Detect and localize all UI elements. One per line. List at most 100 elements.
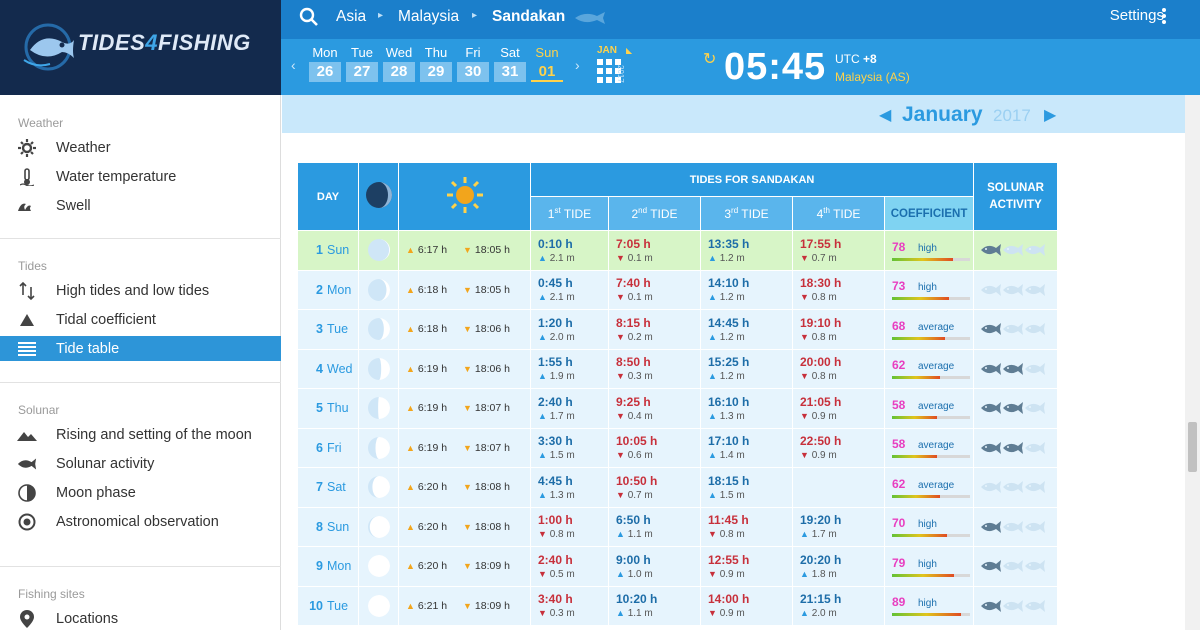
app-window: TIDES4FISHING Weather Weather Water temper… bbox=[0, 0, 1200, 630]
sunset-icon: ▼ bbox=[463, 403, 472, 414]
refresh-icon[interactable]: ↻ bbox=[703, 49, 716, 69]
sidebar-item-tide-table[interactable]: Tide table bbox=[0, 336, 281, 361]
low-tide-icon: ▼ bbox=[616, 371, 625, 382]
table-row[interactable]: 9 Mon ▲ 6:20 h ▼ 18:09 h 2:40 h ▼ 0.5 m 9:00 h… bbox=[297, 546, 1059, 587]
day-cell: 1 Sun bbox=[297, 230, 359, 271]
sun-cell: ▲ 6:18 h ▼ 18:06 h bbox=[398, 309, 531, 350]
table-row[interactable]: 6 Fri ▲ 6:19 h ▼ 18:07 h 3:30 h ▲ 1.5 m 10:05 … bbox=[297, 427, 1059, 468]
sunset-time: 18:06 h bbox=[474, 362, 510, 375]
coefficient-label: high bbox=[918, 598, 937, 610]
sidebar-item-locations[interactable]: Locations bbox=[0, 606, 281, 630]
day-name: Sat bbox=[500, 45, 520, 60]
day-sun[interactable]: Sun 01 bbox=[531, 45, 563, 82]
moon-cell bbox=[358, 309, 399, 350]
day-sat[interactable]: Sat 31 bbox=[494, 45, 526, 82]
sidebar-item-tidal-coefficient[interactable]: Tidal coefficient bbox=[0, 307, 281, 332]
sidebar-item-solunar-activity[interactable]: Solunar activity bbox=[0, 451, 281, 476]
day-mon[interactable]: Mon 26 bbox=[309, 45, 341, 82]
table-row[interactable]: 7 Sat ▲ 6:20 h ▼ 18:08 h 4:45 h ▲ 1.3 m 10:50 … bbox=[297, 467, 1059, 508]
sidebar: Weather Weather Water temperature Swell Tide… bbox=[0, 95, 281, 630]
sunset-time: 18:05 h bbox=[474, 244, 510, 257]
moon-phase-icon bbox=[367, 278, 390, 301]
solunar-cell bbox=[973, 309, 1059, 350]
low-tide-icon: ▼ bbox=[708, 568, 717, 579]
table-row[interactable]: 2 Mon ▲ 6:18 h ▼ 18:05 h 0:45 h ▲ 2.1 m 7:40 h… bbox=[297, 269, 1059, 310]
breadcrumb-sandakan: Sandakan bbox=[492, 8, 566, 25]
day-wed[interactable]: Wed 28 bbox=[383, 45, 415, 82]
tide-height: 1.7 m bbox=[549, 410, 575, 422]
next-week-icon[interactable]: › bbox=[575, 57, 580, 73]
date-bar: ‹ Mon 26 Tue 27 Wed 28 Thu 29 Fri 30 Sat 31 Sun 01 › … bbox=[281, 39, 1200, 95]
high-tide-icon: ▲ bbox=[616, 608, 625, 619]
day-thu[interactable]: Thu 29 bbox=[420, 45, 452, 82]
sidebar-item-moon-phase[interactable]: Moon phase bbox=[0, 480, 281, 505]
tide-height: 0.3 m bbox=[627, 371, 653, 383]
coefficient-cell: 70 high bbox=[883, 506, 975, 547]
sidebar-item-astronomical-observation[interactable]: Astronomical observation bbox=[0, 509, 281, 534]
tide-height-row: ▼ 0.5 m bbox=[538, 569, 601, 580]
brand-word-a: TIDES bbox=[78, 30, 146, 55]
day-tue[interactable]: Tue 27 bbox=[346, 45, 378, 82]
table-row[interactable]: 8 Sun ▲ 6:20 h ▼ 18:08 h 1:00 h ▼ 0.8 m 6:50 h… bbox=[297, 506, 1059, 547]
tide-height: 0.2 m bbox=[627, 331, 653, 343]
breadcrumb-malaysia[interactable]: Malaysia bbox=[398, 8, 459, 26]
high-tide-icon: ▲ bbox=[538, 450, 547, 461]
day-cell: 2 Mon bbox=[297, 269, 359, 310]
tide-height: 1.3 m bbox=[719, 410, 745, 422]
tide-cell: 22:50 h ▼ 0.9 m bbox=[792, 427, 885, 468]
high-tide-icon: ▲ bbox=[708, 450, 717, 461]
tide-cell: 7:05 h ▼ 0.1 m bbox=[608, 230, 701, 271]
sidebar-item-water-temperature[interactable]: Water temperature bbox=[0, 164, 281, 189]
sunrise-icon: ▲ bbox=[406, 442, 415, 453]
day-cell: 4 Wed bbox=[297, 348, 359, 389]
scrollbar-thumb[interactable] bbox=[1188, 422, 1197, 472]
fish-activity-icon bbox=[1025, 481, 1046, 494]
coefficient-bar bbox=[892, 534, 970, 538]
page-scrollbar[interactable] bbox=[1185, 95, 1200, 630]
tide-cell: 11:45 h ▼ 0.8 m bbox=[700, 506, 793, 547]
tide-cell: 14:45 h ▲ 1.2 m bbox=[700, 309, 793, 350]
tide-height: 0.6 m bbox=[627, 450, 653, 462]
tide-cell: 2:40 h ▲ 1.7 m bbox=[530, 388, 609, 429]
tide-time: 20:00 h bbox=[800, 355, 842, 370]
coefficient-value: 79 bbox=[892, 555, 906, 570]
coefficient-bar bbox=[892, 415, 970, 419]
sun-cell: ▲ 6:20 h ▼ 18:08 h bbox=[398, 467, 531, 508]
wave-icon bbox=[17, 196, 37, 216]
solunar-cell bbox=[973, 467, 1059, 508]
calendar-button[interactable]: JAN ◣ 2017 bbox=[597, 45, 641, 90]
prev-week-icon[interactable]: ‹ bbox=[291, 57, 296, 73]
tide-time: 14:10 h bbox=[708, 276, 750, 291]
tide-time: 6:50 h bbox=[616, 513, 651, 528]
search-icon[interactable] bbox=[299, 7, 319, 27]
fish-activity-icon bbox=[981, 244, 1002, 257]
table-row[interactable]: 3 Tue ▲ 6:18 h ▼ 18:06 h 1:20 h ▲ 2.0 m 8:15 h… bbox=[297, 309, 1059, 350]
sun-cell: ▲ 6:19 h ▼ 18:07 h bbox=[398, 427, 531, 468]
sidebar-item-weather[interactable]: Weather bbox=[0, 135, 281, 160]
table-row[interactable]: 1 Sun ▲ 6:17 h ▼ 18:05 h 0:10 h ▲ 2.1 m 7:05 h… bbox=[297, 230, 1059, 271]
tide-cell: 20:00 h ▼ 0.8 m bbox=[792, 348, 885, 389]
prev-month-icon[interactable]: ◀ bbox=[879, 105, 891, 125]
breadcrumb-asia[interactable]: Asia bbox=[336, 8, 366, 26]
table-row[interactable]: 5 Thu ▲ 6:19 h ▼ 18:07 h 2:40 h ▲ 1.7 m 9:25 h… bbox=[297, 388, 1059, 429]
day-number: 8 bbox=[316, 519, 323, 534]
sidebar-item-label: Locations bbox=[56, 611, 119, 627]
sidebar-item-rising-and-setting-of-the-moon[interactable]: Rising and setting of the moon bbox=[0, 422, 281, 447]
sunset-icon: ▼ bbox=[463, 442, 472, 453]
tide-height-row: ▼ 0.4 m bbox=[616, 411, 693, 422]
tide-time: 0:10 h bbox=[538, 236, 573, 251]
more-options-icon[interactable] bbox=[1161, 6, 1167, 26]
fish-logo-icon bbox=[23, 23, 74, 71]
settings-button[interactable]: Settings bbox=[1110, 7, 1164, 24]
brand-logo[interactable]: TIDES4FISHING bbox=[0, 0, 281, 95]
day-fri[interactable]: Fri 30 bbox=[457, 45, 489, 82]
day-name: Tue bbox=[351, 45, 373, 60]
low-tide-icon: ▼ bbox=[616, 410, 625, 421]
tide-height: 1.4 m bbox=[719, 450, 745, 462]
table-row[interactable]: 10 Tue ▲ 6:21 h ▼ 18:09 h 3:40 h ▼ 0.3 m 10:20… bbox=[297, 585, 1059, 626]
sidebar-item-high-tides-and-low-tides[interactable]: High tides and low tides bbox=[0, 278, 281, 303]
next-month-icon[interactable]: ▶ bbox=[1044, 105, 1056, 125]
table-row[interactable]: 4 Wed ▲ 6:19 h ▼ 18:06 h 1:55 h ▲ 1.9 m 8:50 h… bbox=[297, 348, 1059, 389]
sidebar-item-swell[interactable]: Swell bbox=[0, 193, 281, 218]
header-sun bbox=[398, 162, 531, 231]
